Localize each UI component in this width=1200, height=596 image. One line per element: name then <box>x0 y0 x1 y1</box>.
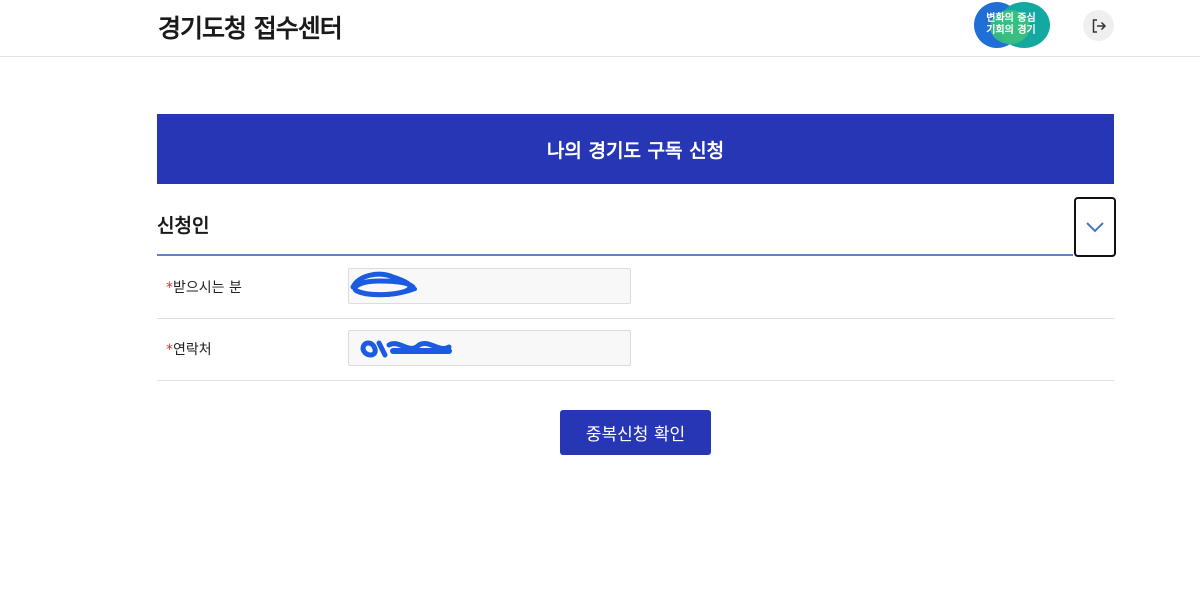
required-mark: * <box>166 280 173 296</box>
form-row-recipient: *받으시는 분 <box>157 256 1114 319</box>
banner-title: 나의 경기도 구독 신청 <box>546 139 725 162</box>
contact-label-text: 연락처 <box>173 342 212 358</box>
form-row-contact: *연락처 <box>157 318 1114 381</box>
recipient-label: *받으시는 분 <box>166 277 242 297</box>
brand-logo: 변화의 중심 기회의 경기 <box>972 2 1052 50</box>
site-title: 경기도청 접수센터 <box>158 14 343 43</box>
logo-slogan-line1: 변화의 중심 <box>986 13 1036 24</box>
check-duplicate-button[interactable]: 중복신청 확인 <box>560 410 711 455</box>
recipient-label-text: 받으시는 분 <box>173 280 242 296</box>
page-banner: 나의 경기도 구독 신청 <box>157 114 1114 184</box>
applicant-section-header: 신청인 <box>157 196 1073 256</box>
logout-icon <box>1092 18 1106 33</box>
required-mark: * <box>166 342 173 358</box>
logo-slogan: 변화의 중심 기회의 경기 <box>972 13 1050 37</box>
contact-input[interactable] <box>348 330 631 366</box>
logo-slogan-line2: 기회의 경기 <box>986 25 1036 36</box>
redaction-scribble <box>360 340 452 358</box>
section-toggle-button[interactable] <box>1074 197 1116 257</box>
recipient-input[interactable] <box>348 268 631 304</box>
top-header: 경기도청 접수센터 변화의 중심 기회의 경기 <box>0 0 1200 57</box>
section-title: 신청인 <box>157 215 210 237</box>
redaction-scribble <box>350 271 417 298</box>
logout-button[interactable] <box>1083 10 1114 41</box>
chevron-down-icon <box>1086 222 1104 233</box>
contact-label: *연락처 <box>166 339 212 359</box>
